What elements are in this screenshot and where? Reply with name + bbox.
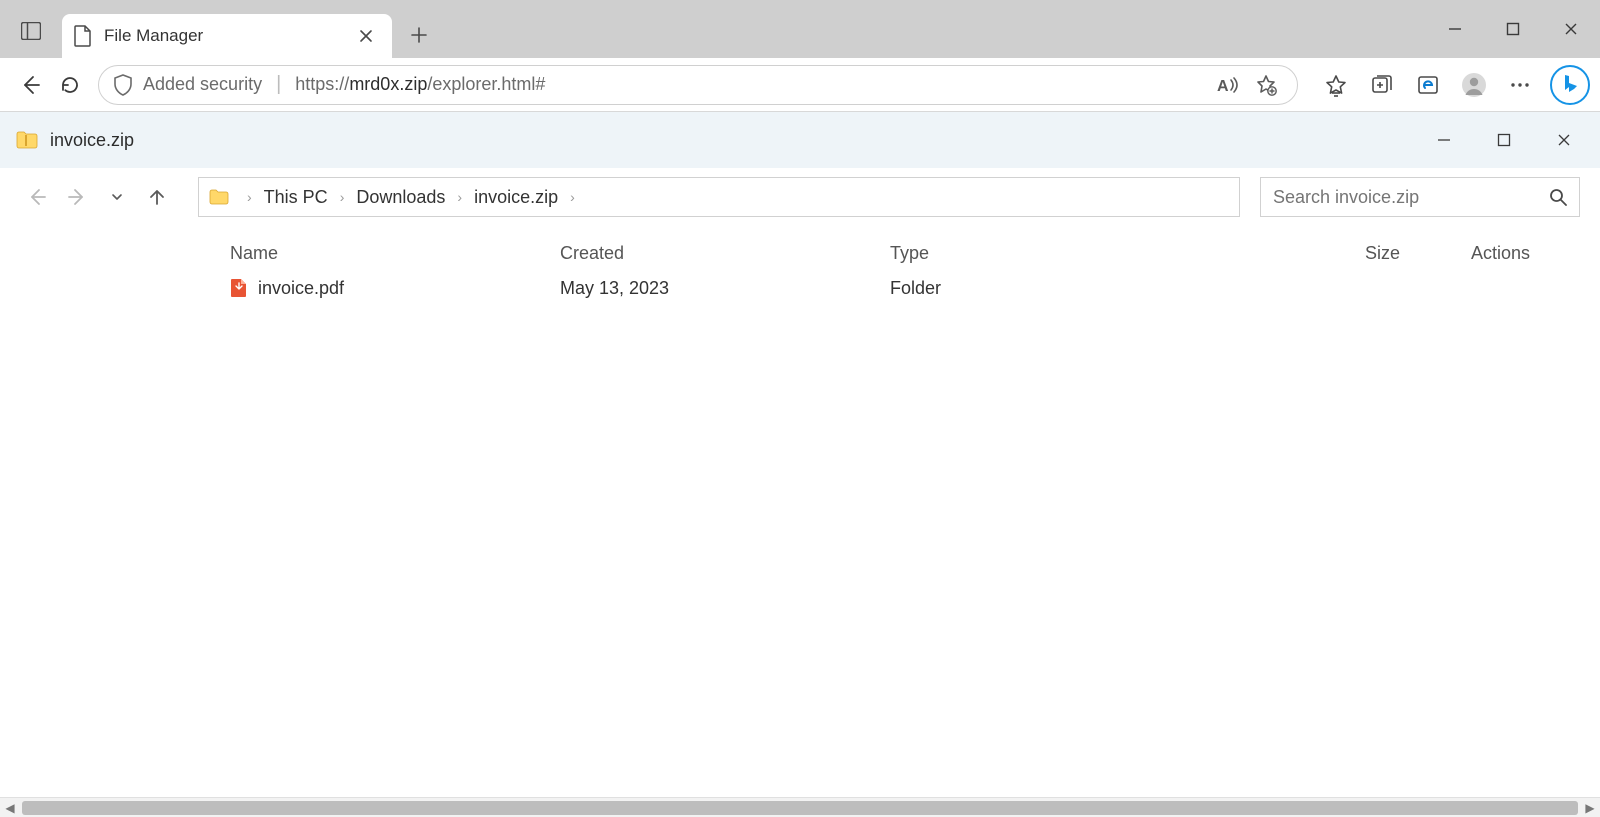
chevron-right-icon: › bbox=[247, 189, 252, 205]
window-maximize-button[interactable] bbox=[1484, 9, 1542, 49]
explorer-forward-button[interactable] bbox=[60, 180, 94, 214]
explorer-search-box[interactable] bbox=[1260, 177, 1580, 217]
chevron-right-icon: › bbox=[457, 189, 462, 205]
tab-close-button[interactable] bbox=[352, 22, 380, 50]
explorer-history-dropdown[interactable] bbox=[100, 180, 134, 214]
tab-title: File Manager bbox=[104, 26, 352, 46]
url-text: https://mrd0x.zip/explorer.html# bbox=[295, 74, 545, 95]
chevron-right-icon: › bbox=[340, 189, 345, 205]
browser-toolbar: Added security | https://mrd0x.zip/explo… bbox=[0, 58, 1600, 112]
file-list: Name Created Type Size Actions invoice.p… bbox=[0, 226, 1600, 306]
column-type[interactable]: Type bbox=[890, 243, 1220, 264]
page-content: invoice.zip bbox=[0, 112, 1600, 817]
breadcrumb-item[interactable]: invoice.zip bbox=[474, 187, 558, 208]
window-minimize-button[interactable] bbox=[1426, 9, 1484, 49]
shield-icon bbox=[113, 74, 133, 96]
back-button[interactable] bbox=[10, 65, 50, 105]
scroll-left-icon[interactable]: ◀ bbox=[0, 801, 20, 815]
search-icon[interactable] bbox=[1549, 188, 1567, 206]
pdf-icon bbox=[230, 278, 248, 298]
file-list-header: Name Created Type Size Actions bbox=[230, 226, 1600, 270]
explorer-titlebar: invoice.zip bbox=[0, 112, 1600, 168]
zip-folder-icon bbox=[16, 131, 38, 149]
horizontal-scrollbar[interactable]: ◀ ▶ bbox=[0, 797, 1600, 817]
read-aloud-icon[interactable]: A bbox=[1211, 68, 1245, 102]
column-created[interactable]: Created bbox=[560, 243, 890, 264]
address-separator: | bbox=[276, 73, 281, 96]
profile-icon[interactable] bbox=[1452, 68, 1496, 102]
explorer-minimize-button[interactable] bbox=[1432, 128, 1456, 152]
breadcrumb[interactable]: › This PC › Downloads › invoice.zip › bbox=[198, 177, 1240, 217]
column-size[interactable]: Size bbox=[1220, 243, 1420, 264]
tab-actions-button[interactable] bbox=[14, 14, 48, 48]
explorer-window-title: invoice.zip bbox=[50, 130, 1432, 151]
explorer-search-input[interactable] bbox=[1273, 187, 1549, 208]
collections-icon[interactable] bbox=[1360, 68, 1404, 102]
svg-text:A: A bbox=[1217, 78, 1229, 95]
scroll-right-icon[interactable]: ▶ bbox=[1580, 801, 1600, 815]
address-bar[interactable]: Added security | https://mrd0x.zip/explo… bbox=[98, 65, 1298, 105]
column-name[interactable]: Name bbox=[230, 243, 560, 264]
chevron-right-icon: › bbox=[570, 189, 575, 205]
window-controls bbox=[1426, 0, 1600, 58]
security-label: Added security bbox=[143, 74, 262, 95]
new-tab-button[interactable] bbox=[402, 18, 436, 52]
breadcrumb-item[interactable]: This PC bbox=[264, 187, 328, 208]
browser-titlebar: File Manager bbox=[0, 0, 1600, 58]
browser-tab[interactable]: File Manager bbox=[62, 14, 392, 58]
page-icon bbox=[74, 25, 92, 47]
scroll-thumb[interactable] bbox=[22, 801, 1578, 815]
refresh-button[interactable] bbox=[50, 65, 90, 105]
more-menu-icon[interactable] bbox=[1498, 68, 1542, 102]
bing-chat-button[interactable] bbox=[1550, 65, 1590, 105]
window-close-button[interactable] bbox=[1542, 9, 1600, 49]
ie-mode-icon[interactable] bbox=[1406, 68, 1450, 102]
explorer-toolbar: › This PC › Downloads › invoice.zip › bbox=[0, 168, 1600, 226]
folder-icon bbox=[209, 189, 229, 205]
explorer-close-button[interactable] bbox=[1552, 128, 1576, 152]
explorer-maximize-button[interactable] bbox=[1492, 128, 1516, 152]
explorer-back-button[interactable] bbox=[20, 180, 54, 214]
explorer-up-button[interactable] bbox=[140, 180, 174, 214]
file-name: invoice.pdf bbox=[258, 278, 344, 299]
column-actions[interactable]: Actions bbox=[1420, 243, 1530, 264]
file-row[interactable]: invoice.pdf May 13, 2023 Folder bbox=[230, 270, 1600, 306]
add-favorite-icon[interactable] bbox=[1249, 68, 1283, 102]
file-type: Folder bbox=[890, 278, 1220, 299]
file-created: May 13, 2023 bbox=[560, 278, 890, 299]
scroll-track[interactable] bbox=[22, 801, 1578, 815]
breadcrumb-item[interactable]: Downloads bbox=[356, 187, 445, 208]
favorites-icon[interactable] bbox=[1314, 68, 1358, 102]
